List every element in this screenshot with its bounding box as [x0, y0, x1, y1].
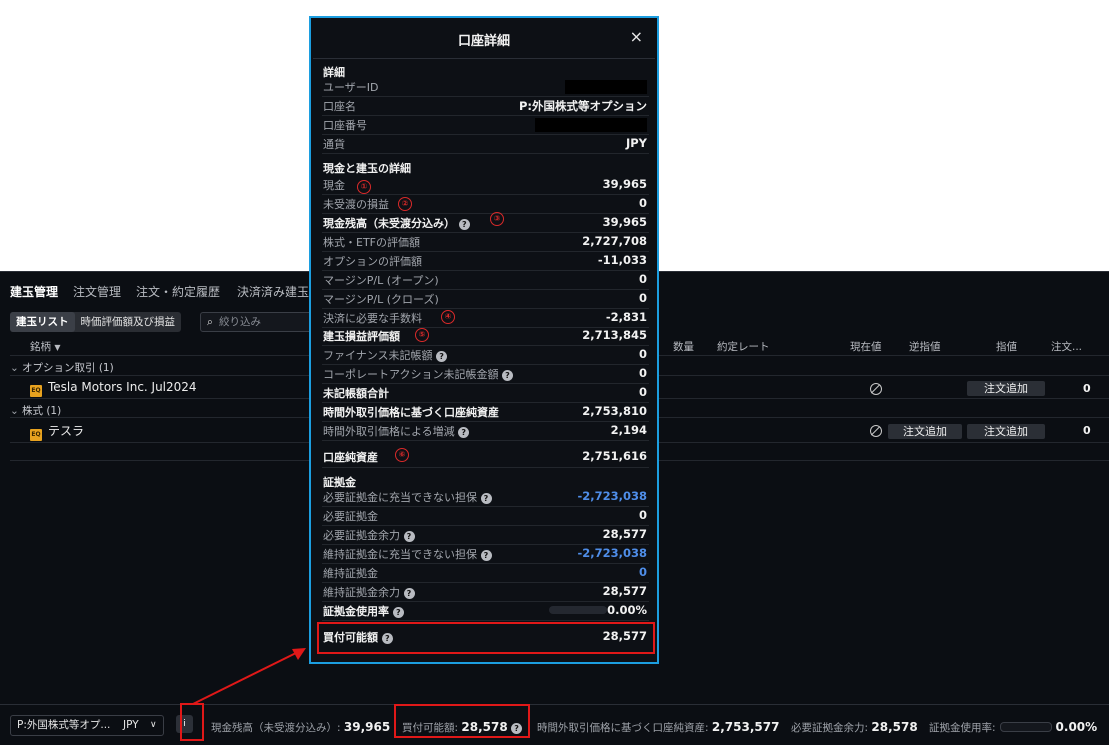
arrow-connector: [192, 648, 306, 705]
